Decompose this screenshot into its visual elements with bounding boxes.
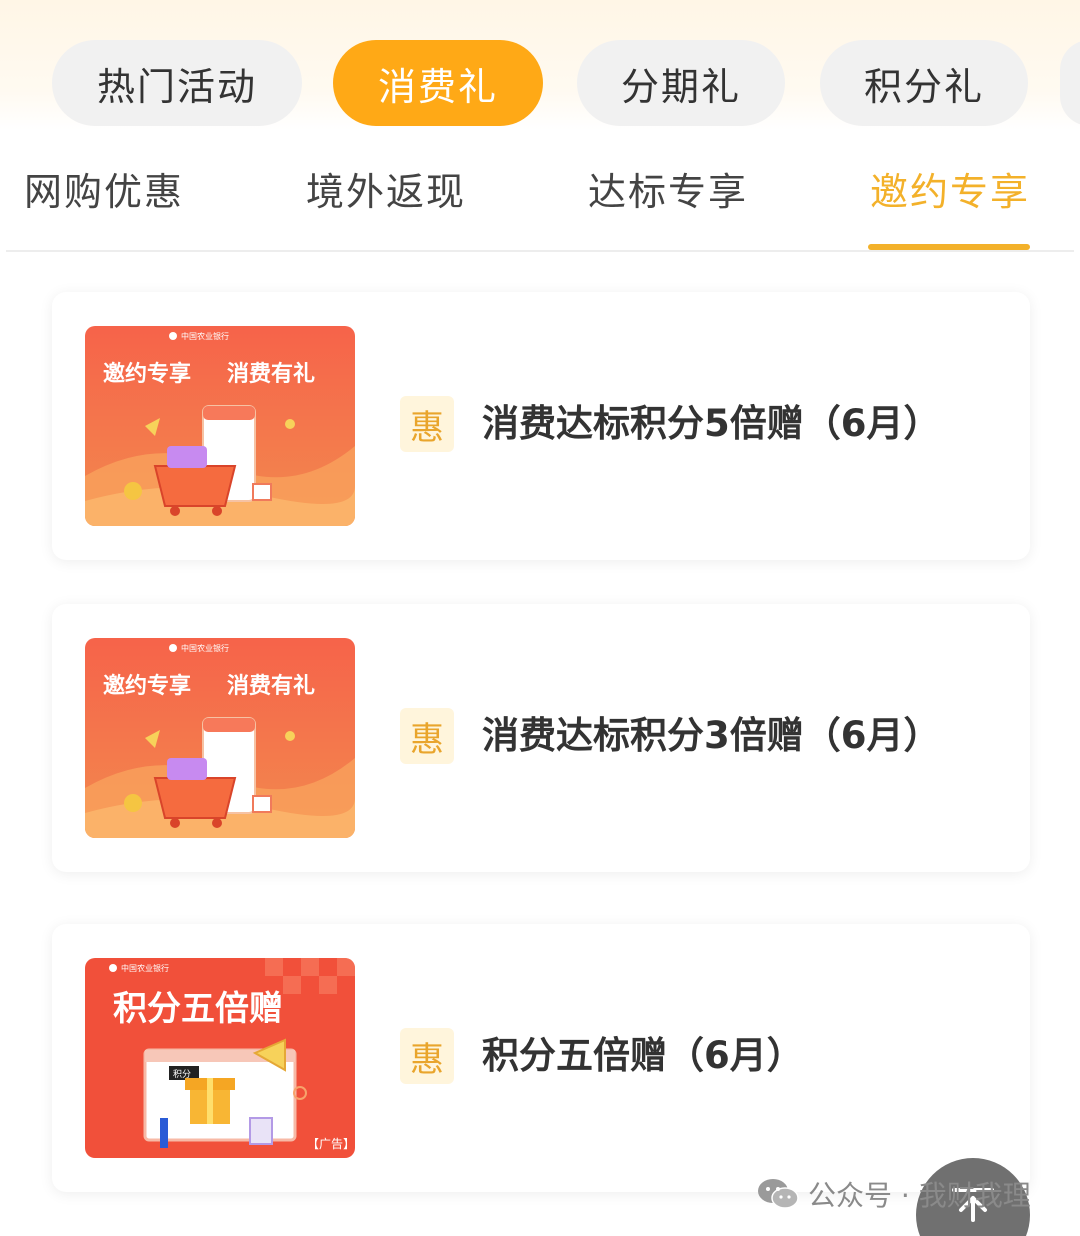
offer-title: 消费达标积分5倍赠（6月） [482, 402, 941, 445]
thumb-bank-name: 中国农业银行 [181, 643, 229, 653]
tab-spending-gift[interactable]: 消费礼 [333, 40, 543, 126]
thumb-bank-name: 中国农业银行 [181, 331, 229, 341]
subtab-overseas-cashback[interactable]: 境外返现 [306, 162, 466, 222]
thumb-ad-label: 【广告】 [307, 1137, 355, 1151]
category-tab-bar: 热门活动 消费礼 分期礼 积分礼 [0, 40, 1080, 126]
watermark-text: 公众号 · 我财我理 [808, 1179, 1031, 1212]
subtab-invitation-exclusive[interactable]: 邀约专享 [870, 162, 1030, 222]
offer-thumbnail: 中国农业银行 邀约专享 消费有礼 [85, 638, 355, 838]
thumb-headline-right: 消费有礼 [227, 361, 315, 387]
tab-points-gift[interactable]: 积分礼 [820, 40, 1028, 126]
offer-card[interactable]: 中国农业银行 邀约专享 消费有礼 惠 消费达标积分5倍赠（6月） [52, 292, 1030, 560]
sub-tab-bar: 网购优惠 境外返现 达标专享 邀约专享 [0, 152, 1080, 252]
thumb-headline: 积分五倍赠 [113, 989, 283, 1029]
subtab-target-exclusive[interactable]: 达标专享 [588, 162, 748, 222]
offer-title: 消费达标积分3倍赠（6月） [482, 714, 941, 757]
discount-badge: 惠 [400, 396, 454, 452]
discount-badge: 惠 [400, 708, 454, 764]
thumb-headline-left: 邀约专享 [103, 361, 191, 387]
tab-installment-gift[interactable]: 分期礼 [577, 40, 785, 126]
offer-card[interactable]: 中国农业银行 邀约专享 消费有礼 惠 消费达标积分3倍赠（6月） [52, 604, 1030, 872]
watermark: 公众号 · 我财我理 [756, 1172, 1031, 1216]
tab-hot-activities[interactable]: 热门活动 [52, 40, 302, 126]
offer-title: 积分五倍赠（6月） [482, 1034, 804, 1077]
subtab-online-shopping[interactable]: 网购优惠 [24, 162, 184, 222]
thumb-bank-name: 中国农业银行 [121, 963, 169, 973]
thumb-headline-left: 邀约专享 [103, 673, 191, 699]
offer-thumbnail: 中国农业银行 邀约专享 消费有礼 [85, 326, 355, 526]
tab-overflow-partial[interactable] [1060, 40, 1080, 126]
discount-badge: 惠 [400, 1028, 454, 1084]
page: 热门活动 消费礼 分期礼 积分礼 网购优惠 境外返现 达标专享 邀约专享 中国农… [0, 0, 1080, 1236]
wechat-icon [758, 1179, 799, 1209]
offer-card[interactable]: 中国农业银行 积分五倍赠 积分 【广告】 惠 积分五倍赠（6月） [52, 924, 1030, 1192]
offer-thumbnail: 中国农业银行 积分五倍赠 积分 【广告】 [85, 958, 355, 1158]
divider [6, 250, 1074, 252]
thumb-headline-right: 消费有礼 [227, 673, 315, 699]
